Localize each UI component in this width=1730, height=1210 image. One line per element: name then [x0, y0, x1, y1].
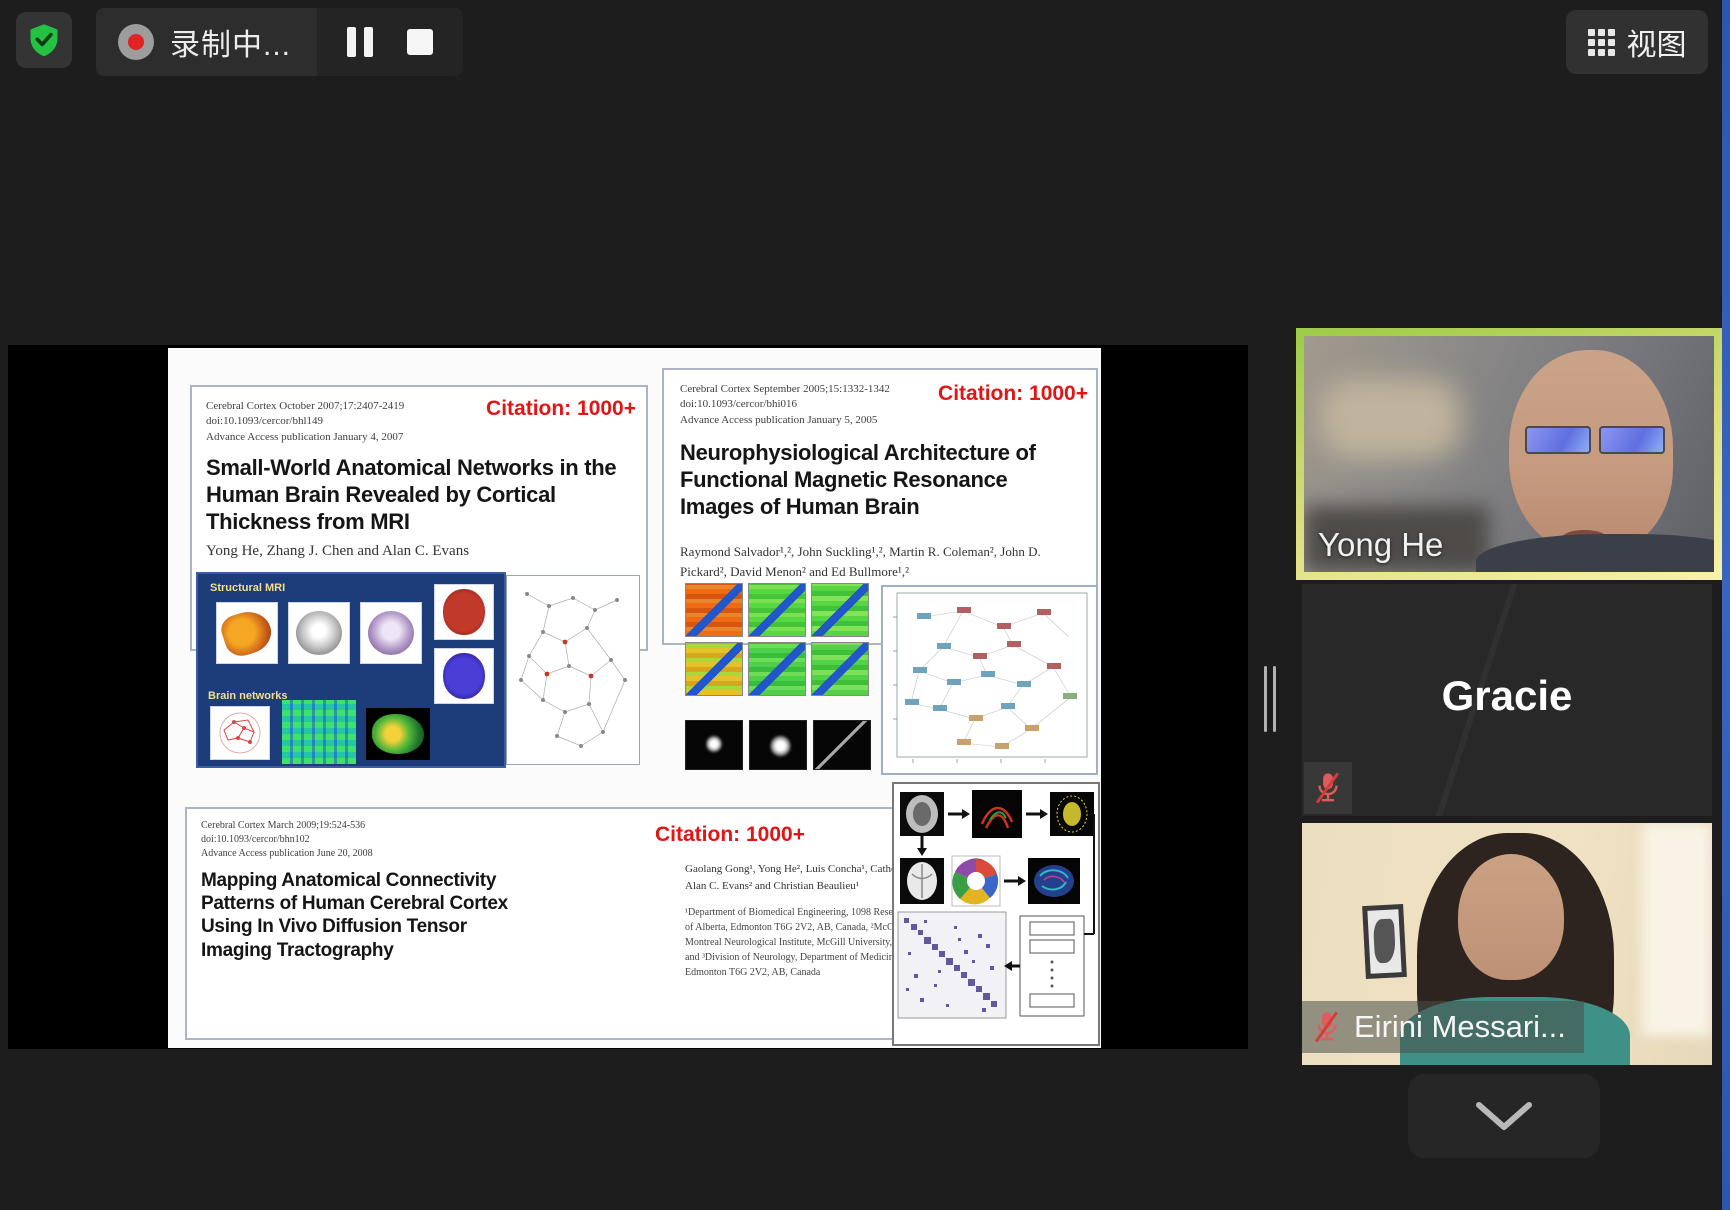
video-tile-yong-he[interactable]: Yong He — [1296, 328, 1722, 580]
paper3-meta-line: doi:10.1093/cercor/bhn102 — [201, 833, 441, 847]
picture-frame-shape — [1362, 904, 1407, 979]
presentation-slide: Cerebral Cortex October 2007;17:2407-241… — [168, 348, 1101, 1048]
stop-recording-button[interactable] — [407, 29, 433, 55]
brain-thumbnail — [288, 602, 350, 664]
matrix-thumbnail — [282, 700, 356, 764]
video-tile-eirini[interactable]: Eirini Messari... — [1302, 823, 1712, 1065]
paper2-figure-network — [881, 585, 1098, 775]
paper1-figure-network — [506, 575, 640, 765]
paper3-title: Mapping Anatomical Connectivity Patterns… — [201, 869, 531, 962]
paper1-meta-line: doi:10.1093/cercor/bhl149 — [206, 414, 456, 429]
chevron-down-icon — [1467, 1097, 1541, 1135]
paper3-citation-badge: Citation: 1000+ — [655, 823, 805, 847]
window-edge-accent — [1722, 0, 1730, 1210]
paper2-figure-heatmaps — [685, 583, 873, 701]
participant-name-label: Eirini Messari... — [1354, 1009, 1566, 1045]
muted-mic-badge — [1304, 762, 1352, 814]
pause-recording-button[interactable] — [347, 27, 373, 57]
paper2-citation-badge: Citation: 1000+ — [938, 382, 1088, 406]
brain-thumbnail — [434, 648, 494, 704]
participant-video: Yong He — [1304, 336, 1714, 572]
paper1-figure-label-bottom: Brain networks — [208, 690, 287, 702]
brain-thumbnail — [216, 602, 278, 664]
paper2-meta-line: doi:10.1093/cercor/bhi016 — [680, 397, 940, 412]
paper1-meta-line: Cerebral Cortex October 2007;17:2407-241… — [206, 399, 456, 414]
recording-indicator: 录制中... — [96, 8, 463, 76]
paper1-title: Small-World Anatomical Networks in the H… — [206, 455, 634, 535]
panel-resize-handle[interactable] — [1264, 666, 1276, 732]
paper1-citation-badge: Citation: 1000+ — [486, 397, 636, 421]
record-icon — [118, 24, 154, 60]
paper2-authors: Raymond Salvador¹,², John Suckling¹,², M… — [680, 542, 1080, 581]
paper2-meta-line: Cerebral Cortex September 2005;15:1332-1… — [680, 382, 940, 397]
paper3-meta-line: Cerebral Cortex March 2009;19:524-536 — [201, 819, 441, 833]
brain-thumbnail — [360, 602, 422, 664]
view-button-label: 视图 — [1627, 20, 1687, 64]
glasses-shape — [1525, 426, 1664, 454]
view-button[interactable]: 视图 — [1566, 10, 1708, 74]
network-sketch-thumbnail — [210, 706, 270, 760]
video-tile-gracie[interactable]: Gracie — [1302, 584, 1712, 816]
paper2-title: Neurophysiological Architecture of Funct… — [680, 440, 1084, 520]
shared-screen-area: Cerebral Cortex October 2007;17:2407-241… — [8, 345, 1248, 1049]
participant-name-label: Yong He — [1318, 526, 1443, 564]
shield-check-icon — [26, 22, 62, 58]
paper2-meta-line: Advance Access publication January 5, 20… — [680, 413, 940, 428]
paper1-authors: Yong He, Zhang J. Chen and Alan C. Evans — [206, 543, 469, 560]
security-shield-button[interactable] — [16, 12, 72, 68]
brain-surface-thumbnail — [366, 708, 430, 760]
paper1-meta-line: Advance Access publication January 4, 20… — [206, 430, 456, 445]
paper2-figure-wavelet-maps — [685, 720, 871, 770]
participant-name-chip: Eirini Messari... — [1302, 1001, 1584, 1053]
collapse-participants-button[interactable] — [1408, 1074, 1600, 1158]
muted-mic-icon — [1312, 1010, 1342, 1044]
paper1-figure-label-top: Structural MRI — [210, 582, 285, 594]
muted-mic-icon — [1313, 771, 1343, 805]
paper1-figure-pipeline: Structural MRI Brain networks — [196, 572, 506, 768]
recording-label: 录制中... — [170, 20, 291, 64]
paper3-meta-line: Advance Access publication June 20, 2008 — [201, 847, 441, 861]
brain-thumbnail — [434, 584, 494, 640]
paper3-figure-pipeline — [892, 782, 1100, 1046]
grid-view-icon — [1588, 29, 1615, 56]
participant-name-label: Gracie — [1302, 672, 1712, 720]
